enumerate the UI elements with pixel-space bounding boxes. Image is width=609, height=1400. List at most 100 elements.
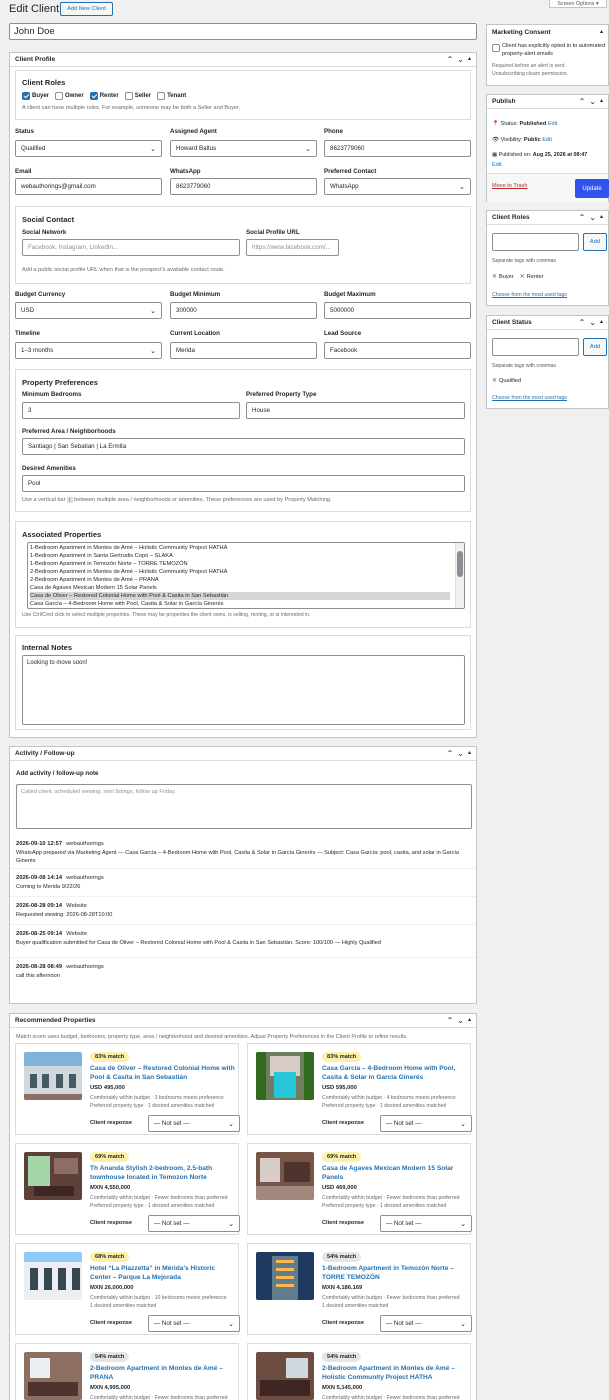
agent-select[interactable]: Howard Baltus ⌄: [170, 140, 317, 157]
roles-tag-input[interactable]: [492, 233, 579, 251]
client-response-select[interactable]: — Not set — ⌄: [148, 1315, 240, 1332]
checkbox[interactable]: [89, 92, 98, 100]
property-thumbnail[interactable]: [24, 1252, 82, 1300]
toggle-icon[interactable]: ▴: [600, 98, 603, 106]
move-down-icon[interactable]: ⌄: [589, 97, 596, 106]
roles-choose-link[interactable]: Choose from the most used tags: [492, 292, 567, 298]
property-title-link[interactable]: Casa de Oliver – Restored Colonial Home …: [90, 1065, 235, 1082]
move-down-icon[interactable]: ⌄: [457, 749, 464, 758]
checkbox[interactable]: [157, 92, 166, 100]
toggle-icon[interactable]: ▴: [468, 56, 471, 64]
consent-checkbox[interactable]: [492, 44, 500, 52]
edit-date-link[interactable]: Edit: [492, 162, 502, 168]
associated-option[interactable]: 1-Bedroom Apartment in Santa Gertrudis C…: [30, 552, 450, 560]
edit-status-link[interactable]: Edit: [548, 121, 558, 127]
consent-checkbox-row[interactable]: Client has explicitly opted in to automa…: [492, 43, 607, 58]
associated-option[interactable]: 1-Bedroom Apartment in Temozón Norte – T…: [30, 560, 450, 568]
status-choose-link[interactable]: Choose from the most used tags: [492, 395, 567, 401]
client-response-select[interactable]: — Not set — ⌄: [380, 1115, 472, 1132]
move-down-icon[interactable]: ⌄: [589, 213, 596, 222]
associated-option[interactable]: Casa García – 4-Bedroom Home with Pool, …: [30, 600, 450, 608]
scrollbar[interactable]: [455, 543, 464, 608]
property-type-input[interactable]: House: [246, 402, 465, 419]
property-thumbnail[interactable]: [24, 1152, 82, 1200]
toggle-icon[interactable]: ▴: [600, 29, 603, 35]
budget-currency-select[interactable]: USD ⌄: [15, 302, 162, 319]
role-checkbox-seller[interactable]: Seller: [124, 92, 151, 100]
associated-option[interactable]: Casa de Oliver – Restored Colonial Home …: [30, 592, 450, 600]
status-tag-input[interactable]: [492, 338, 579, 356]
client-name-input[interactable]: John Doe: [9, 23, 477, 40]
edit-visibility-link[interactable]: Edit: [542, 137, 552, 143]
move-down-icon[interactable]: ⌄: [457, 55, 464, 64]
associated-option[interactable]: 2-Bedroom Apartment in Montes de Amé – P…: [30, 576, 450, 584]
activity-textarea[interactable]: Called client, scheduled viewing, sent l…: [16, 784, 472, 829]
amenities-input[interactable]: Pool: [22, 475, 465, 492]
social-network-input[interactable]: Facebook, Instagram, LinkedIn...: [22, 239, 240, 256]
move-up-icon[interactable]: ⌃: [579, 97, 586, 106]
property-title-link[interactable]: Th Ananda Stylish 2-bedroom, 2.5-bath to…: [90, 1165, 235, 1182]
property-title-link[interactable]: 2-Bedroom Apartment in Montes de Amé – P…: [90, 1365, 235, 1382]
status-add-button[interactable]: Add: [583, 338, 607, 356]
role-checkbox-owner[interactable]: Owner: [55, 92, 84, 100]
associated-properties-select[interactable]: 1-Bedroom Apartment in Montes de Amé – H…: [27, 542, 465, 609]
scrollbar-thumb[interactable]: [457, 551, 463, 577]
email-input[interactable]: webauthorings@gmail.com: [15, 178, 162, 195]
move-down-icon[interactable]: ⌄: [589, 318, 596, 327]
budget-max-input[interactable]: 5000000: [324, 302, 471, 319]
whatsapp-input[interactable]: 8623779060: [170, 178, 317, 195]
area-input[interactable]: Santiago | San Sebatian | La Ermita: [22, 438, 465, 455]
move-up-icon[interactable]: ⌃: [447, 1016, 454, 1025]
remove-tag-icon[interactable]: ✕: [492, 273, 497, 280]
budget-min-input[interactable]: 300000: [170, 302, 317, 319]
property-title-link[interactable]: Casa García – 4-Bedroom Home with Pool, …: [322, 1065, 467, 1082]
move-up-icon[interactable]: ⌃: [579, 213, 586, 222]
toggle-icon[interactable]: ▴: [600, 319, 603, 327]
checkbox[interactable]: [22, 92, 30, 100]
role-checkbox-tenant[interactable]: Tenant: [157, 92, 186, 100]
min-bedrooms-input[interactable]: 3: [22, 402, 240, 419]
associated-option[interactable]: 1-Bedroom Apartment in Montes de Amé – H…: [30, 544, 450, 552]
move-to-trash-link[interactable]: Move to Trash: [492, 183, 527, 189]
add-new-client-button[interactable]: Add New Client: [60, 2, 113, 16]
associated-option[interactable]: 2-Bedroom Apartment in Montes de Amé – H…: [30, 568, 450, 576]
phone-input[interactable]: 8623779060: [324, 140, 471, 157]
roles-add-button[interactable]: Add: [583, 233, 607, 251]
property-thumbnail[interactable]: [24, 1052, 82, 1100]
property-title-link[interactable]: Casa de Agaves Mexican Modern 15 Solar P…: [322, 1165, 467, 1182]
move-down-icon[interactable]: ⌄: [457, 1016, 464, 1025]
property-title-link[interactable]: 2-Bedroom Apartment in Montes de Amé – H…: [322, 1365, 467, 1382]
status-select[interactable]: Qualified ⌄: [15, 140, 162, 157]
role-checkbox-buyer[interactable]: Buyer: [22, 92, 49, 100]
move-up-icon[interactable]: ⌃: [579, 318, 586, 327]
remove-tag-icon[interactable]: ✕: [520, 273, 525, 280]
preferred-contact-select[interactable]: WhatsApp ⌄: [324, 178, 471, 195]
internal-notes-textarea[interactable]: Looking to move soon!: [22, 655, 465, 725]
property-thumbnail[interactable]: [256, 1052, 314, 1100]
checkbox[interactable]: [124, 92, 133, 100]
social-url-input[interactable]: https://www.facebook.com/...: [246, 239, 339, 256]
property-thumbnail[interactable]: [256, 1152, 314, 1200]
checkbox[interactable]: [55, 92, 64, 100]
property-thumbnail[interactable]: [256, 1352, 314, 1400]
remove-tag-icon[interactable]: ✕: [492, 377, 497, 384]
move-up-icon[interactable]: ⌃: [447, 749, 454, 758]
property-title-link[interactable]: 1-Bedroom Apartment in Temozón Norte – T…: [322, 1265, 467, 1282]
client-response-select[interactable]: — Not set — ⌄: [380, 1315, 472, 1332]
update-button[interactable]: Update: [575, 179, 609, 198]
client-response-select[interactable]: — Not set — ⌄: [380, 1215, 472, 1232]
role-checkbox-renter[interactable]: Renter: [89, 92, 119, 100]
timeline-select[interactable]: 1–3 months ⌄: [15, 342, 162, 359]
client-response-select[interactable]: — Not set — ⌄: [148, 1115, 240, 1132]
property-thumbnail[interactable]: [24, 1352, 82, 1400]
current-location-input[interactable]: Merida: [170, 342, 317, 359]
toggle-icon[interactable]: ▴: [600, 214, 603, 222]
client-response-select[interactable]: — Not set — ⌄: [148, 1215, 240, 1232]
toggle-icon[interactable]: ▴: [468, 1017, 471, 1025]
screen-options-button[interactable]: Screen Options ▾: [549, 0, 607, 8]
lead-source-input[interactable]: Facebook: [324, 342, 471, 359]
property-title-link[interactable]: Hotel “La Piazzetta” in Mérida’s Histori…: [90, 1265, 235, 1282]
associated-option[interactable]: Casa de Agaves Mexican Modern 15 Solar P…: [30, 584, 450, 592]
toggle-icon[interactable]: ▴: [468, 750, 471, 758]
move-up-icon[interactable]: ⌃: [447, 55, 454, 64]
